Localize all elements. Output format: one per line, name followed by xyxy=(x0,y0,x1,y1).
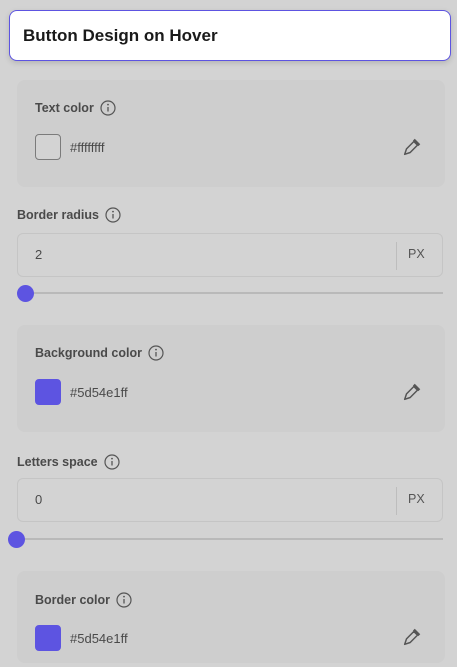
unit-divider xyxy=(396,487,397,515)
border-radius-input[interactable]: 2 PX xyxy=(17,233,443,277)
background-color-hex[interactable]: #5d54e1ff xyxy=(70,385,128,400)
info-icon[interactable] xyxy=(100,100,116,116)
text-color-label: Text color xyxy=(35,101,94,115)
text-color-hex[interactable]: #ffffffff xyxy=(70,140,104,155)
section-header: Button Design on Hover xyxy=(9,10,451,61)
text-color-swatch[interactable] xyxy=(35,134,61,160)
background-color-swatch[interactable] xyxy=(35,379,61,405)
eyedropper-icon[interactable] xyxy=(401,136,423,158)
eyedropper-icon[interactable] xyxy=(401,381,423,403)
info-icon[interactable] xyxy=(116,592,132,608)
border-radius-label: Border radius xyxy=(17,208,99,222)
info-icon[interactable] xyxy=(104,454,120,470)
border-color-label: Border color xyxy=(35,593,111,607)
border-radius-slider-track[interactable] xyxy=(17,292,443,294)
background-color-label: Background color xyxy=(35,346,142,360)
text-color-panel: Text color #ffffffff xyxy=(17,80,445,187)
page-title: Button Design on Hover xyxy=(23,25,218,45)
info-icon[interactable] xyxy=(105,207,121,223)
letters-space-label: Letters space xyxy=(17,455,98,469)
letters-space-value[interactable]: 0 xyxy=(35,492,42,507)
unit-divider xyxy=(396,242,397,270)
letters-space-unit: PX xyxy=(408,492,425,506)
letters-space-slider-thumb[interactable] xyxy=(8,531,25,548)
letters-space-slider-track[interactable] xyxy=(8,538,443,540)
background-color-panel: Background color #5d54e1ff xyxy=(17,325,445,432)
eyedropper-icon[interactable] xyxy=(401,626,423,648)
border-radius-value[interactable]: 2 xyxy=(35,247,42,262)
border-radius-slider-thumb[interactable] xyxy=(17,285,34,302)
border-color-swatch[interactable] xyxy=(35,625,61,651)
letters-space-input[interactable]: 0 PX xyxy=(17,478,443,522)
border-color-hex[interactable]: #5d54e1ff xyxy=(70,631,128,646)
info-icon[interactable] xyxy=(148,345,164,361)
border-color-panel: Border color #5d54e1ff xyxy=(17,571,445,663)
border-radius-unit: PX xyxy=(408,247,425,261)
